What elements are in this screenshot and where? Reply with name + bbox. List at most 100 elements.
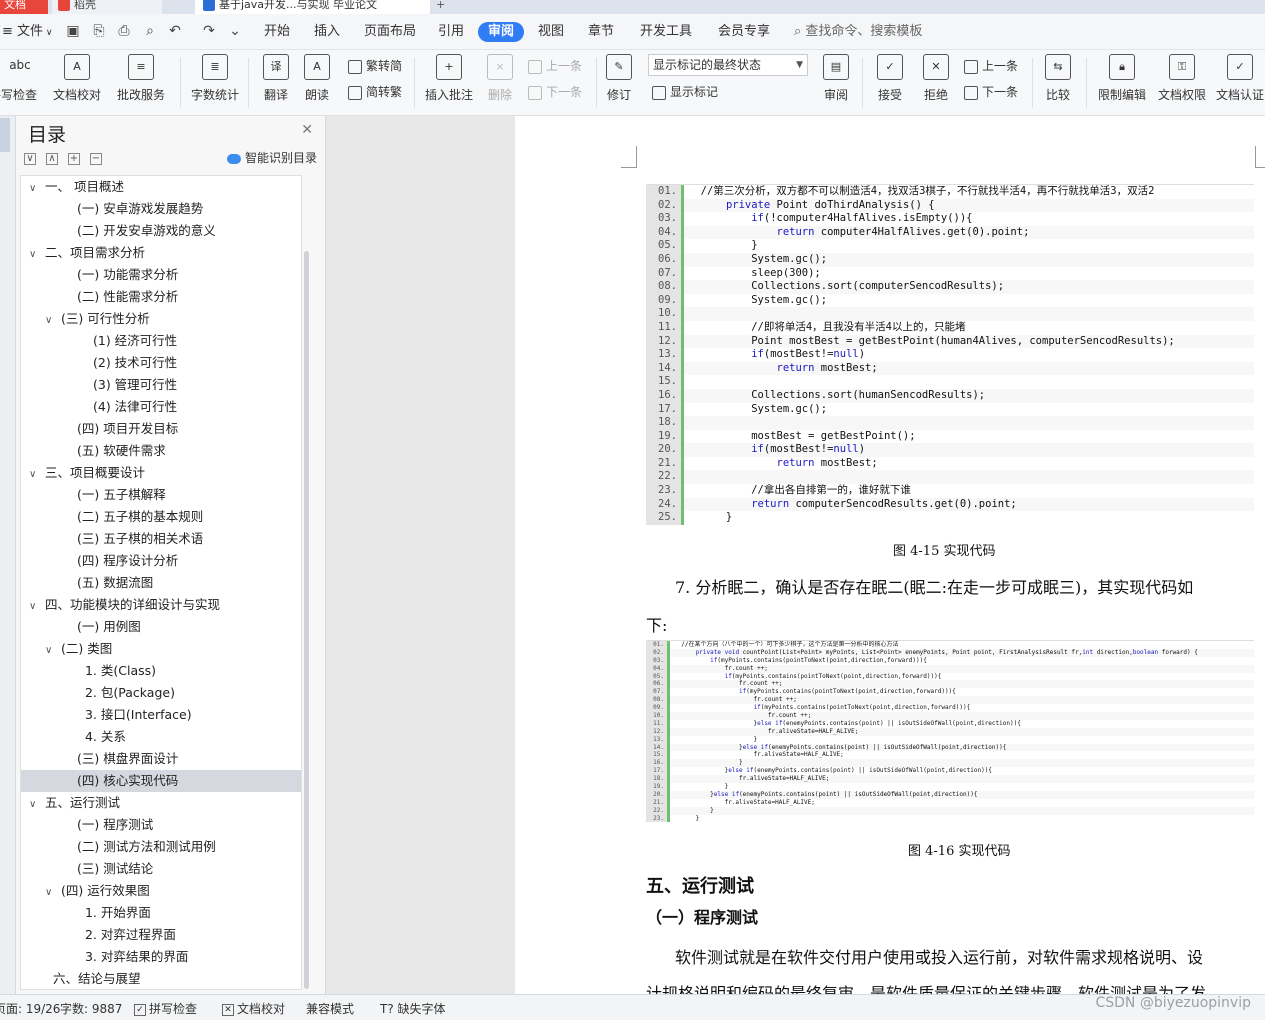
next-change-button[interactable]: 下一条	[964, 82, 1018, 102]
print-preview-icon[interactable]: ⌕	[141, 22, 159, 40]
chevron-down-icon[interactable]: ∨	[45, 310, 57, 332]
customize-toolbar-icon[interactable]: ⌄	[226, 22, 244, 40]
delete-comment-button[interactable]: × 删除	[482, 54, 518, 103]
to-traditional-button[interactable]: 繁转简	[348, 56, 402, 76]
prev-change-button[interactable]: 上一条	[964, 56, 1018, 76]
toc-item[interactable]: ∨ (三) 可行性分析	[21, 308, 301, 330]
spellcheck-button[interactable]: abc 拼写检查	[0, 54, 44, 103]
toc-item[interactable]: 1. 类(Class)	[21, 660, 301, 682]
chevron-down-icon[interactable]: ∨	[45, 640, 57, 662]
toc-item[interactable]: (一) 功能需求分析	[21, 264, 301, 286]
toc-item[interactable]: (四) 程序设计分析	[21, 550, 301, 572]
add-item-icon[interactable]: +	[68, 153, 80, 165]
menu-insert[interactable]: 插入	[314, 22, 340, 42]
toc-item[interactable]: 4. 关系	[21, 726, 301, 748]
menu-chapter[interactable]: 章节	[588, 22, 614, 42]
markup-state-select[interactable]: 显示标记的最终状态 ▼	[648, 54, 808, 76]
toc-item[interactable]: (二) 测试方法和测试用例	[21, 836, 301, 858]
toc-item[interactable]: (1) 经济可行性	[21, 330, 301, 352]
tab-document-active[interactable]: 基于java开发...与实现 毕业论文	[195, 0, 430, 14]
toc-item[interactable]: (五) 数据流图	[21, 572, 301, 594]
expand-up-icon[interactable]: ∧	[46, 153, 58, 165]
toc-item[interactable]: 3. 接口(Interface)	[21, 704, 301, 726]
menu-start[interactable]: 开始	[264, 22, 290, 42]
spellcheck-status[interactable]: ✓ 拼写检查	[134, 1000, 197, 1017]
toc-item[interactable]: (三) 五子棋的相关术语	[21, 528, 301, 550]
tab-wps-home[interactable]: 文档	[0, 0, 48, 14]
word-count-indicator[interactable]: 字数: 9887	[60, 1000, 122, 1017]
toc-item[interactable]: 2. 包(Package)	[21, 682, 301, 704]
toc-item[interactable]: (四) 核心实现代码	[21, 770, 301, 792]
toc-item[interactable]: (一) 用例图	[21, 616, 301, 638]
command-search[interactable]: ⌕ 查找命令、搜索模板	[794, 22, 922, 42]
export-pdf-icon[interactable]: ⎘	[90, 22, 108, 40]
save-icon[interactable]: ▣	[64, 22, 82, 40]
menu-developer[interactable]: 开发工具	[640, 22, 692, 42]
missing-font-status[interactable]: T? 缺失字体	[380, 1000, 446, 1017]
print-icon[interactable]: ⎙	[115, 22, 133, 40]
toc-item[interactable]: (三) 棋盘界面设计	[21, 748, 301, 770]
doc-permission-button[interactable]: ⚿ 文档权限	[1156, 54, 1208, 103]
toc-item[interactable]: ∨ 二、项目需求分析	[21, 242, 301, 264]
undo-icon[interactable]: ↶	[166, 22, 184, 40]
toc-item[interactable]: (二) 五子棋的基本规则	[21, 506, 301, 528]
word-count-button[interactable]: ≣ 字数统计	[190, 54, 240, 103]
to-simplified-button[interactable]: 简转繁	[348, 82, 402, 102]
toc-item[interactable]: (二) 性能需求分析	[21, 286, 301, 308]
doc-proof-status[interactable]: ✕ 文档校对	[222, 1000, 285, 1017]
tab-docer[interactable]: 稻壳	[52, 0, 162, 14]
page-indicator[interactable]: 页面: 19/26	[0, 1000, 60, 1017]
toc-item[interactable]: ∨ (二) 类图	[21, 638, 301, 660]
revise-button[interactable]: ✎ 修订	[602, 54, 636, 103]
redo-icon[interactable]: ↷	[200, 22, 218, 40]
smart-toc-button[interactable]: 智能识别目录	[226, 149, 317, 166]
toc-item[interactable]: 2. 对弈过程界面	[21, 924, 301, 946]
chevron-down-icon[interactable]: ∨	[45, 882, 57, 904]
menu-page-layout[interactable]: 页面布局	[364, 22, 416, 42]
compare-button[interactable]: ⇆ 比较	[1040, 54, 1076, 103]
toc-item[interactable]: ∨ 五、运行测试	[21, 792, 301, 814]
read-aloud-button[interactable]: A 朗读	[302, 54, 332, 103]
batch-service-button[interactable]: ≡ 批改服务	[112, 54, 170, 103]
toc-item[interactable]: ∨ (四) 运行效果图	[21, 880, 301, 902]
toc-item[interactable]: (一) 五子棋解释	[21, 484, 301, 506]
toc-item[interactable]: (3) 管理可行性	[21, 374, 301, 396]
toc-item[interactable]: ∨ 一、 项目概述	[21, 176, 301, 198]
restrict-edit-button[interactable]: 🔒︎ 限制编辑	[1096, 54, 1148, 103]
toc-item[interactable]: ∨ 三、项目概要设计	[21, 462, 301, 484]
chevron-down-icon[interactable]: ∨	[29, 244, 41, 266]
close-icon[interactable]: ✕	[301, 122, 313, 138]
reject-button[interactable]: ✕ 拒绝	[918, 54, 954, 103]
chevron-down-icon[interactable]: ∨	[29, 178, 41, 200]
file-menu[interactable]: ≡ 文件 ∨	[2, 22, 53, 42]
translate-button[interactable]: 译翻译	[258, 54, 294, 103]
remove-item-icon[interactable]: −	[90, 153, 102, 165]
toc-item[interactable]: (四) 项目开发目标	[21, 418, 301, 440]
toc-item[interactable]: (4) 法律可行性	[21, 396, 301, 418]
accept-button[interactable]: ✓ 接受	[872, 54, 908, 103]
chevron-down-icon[interactable]: ∨	[29, 794, 41, 816]
toc-item[interactable]: (一) 程序测试	[21, 814, 301, 836]
new-tab-button[interactable]: +	[436, 0, 452, 14]
menu-view[interactable]: 视图	[538, 22, 564, 42]
prev-comment-button[interactable]: 上一条	[528, 56, 582, 76]
toc-item[interactable]: 3. 对弈结果的界面	[21, 946, 301, 968]
doc-proof-button[interactable]: A 文档校对	[52, 54, 102, 103]
review-pane-button[interactable]: ▤ 审阅	[818, 54, 854, 103]
doc-certify-button[interactable]: ✓ 文档认证	[1214, 54, 1265, 103]
menu-member[interactable]: 会员专享	[718, 22, 770, 42]
toc-item[interactable]: (五) 软硬件需求	[21, 440, 301, 462]
collapse-all-icon[interactable]: ∨	[24, 153, 36, 165]
chevron-down-icon[interactable]: ∨	[29, 464, 41, 486]
document-page[interactable]: 01. //第三次分析，双方都不可以制造活4，找双活3棋子，不行就找半活4，再不…	[515, 116, 1265, 994]
toc-item[interactable]: 六、结论与展望	[21, 968, 301, 989]
toc-item[interactable]: (一) 安卓游戏发展趋势	[21, 198, 301, 220]
toc-item[interactable]: ∨ 四、功能模块的详细设计与实现	[21, 594, 301, 616]
next-comment-button[interactable]: 下一条	[528, 82, 582, 102]
insert-comment-button[interactable]: + 插入批注	[424, 54, 474, 103]
nav-toc-tab[interactable]	[0, 118, 10, 152]
chevron-down-icon[interactable]: ∨	[29, 596, 41, 618]
menu-references[interactable]: 引用	[438, 22, 464, 42]
toc-scrollbar[interactable]	[304, 251, 309, 989]
menu-review[interactable]: 审阅	[478, 22, 525, 42]
